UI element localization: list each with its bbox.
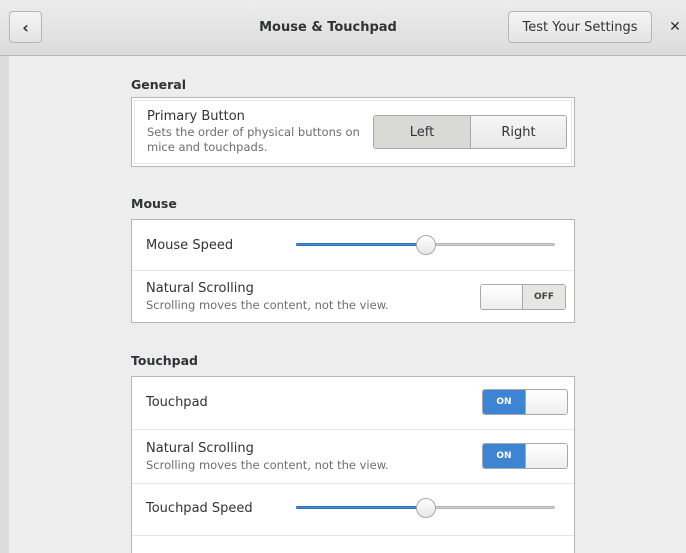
touchpad-natural-scrolling-label: Natural Scrolling xyxy=(146,441,254,456)
primary-button-selector: Left Right xyxy=(373,115,567,149)
switch-thumb xyxy=(481,285,523,309)
mouse-speed-row: Mouse Speed xyxy=(132,220,574,271)
close-icon: ✕ xyxy=(669,19,681,35)
mouse-natural-scrolling-description: Scrolling moves the content, not the vie… xyxy=(146,298,389,312)
primary-button-right[interactable]: Right xyxy=(471,116,566,148)
touchpad-toggle-row: Touchpad ON xyxy=(132,377,574,430)
touchpad-speed-slider[interactable] xyxy=(296,498,555,518)
switch-state-label: ON xyxy=(483,444,525,468)
mouse-speed-label: Mouse Speed xyxy=(146,238,234,253)
header-bar: ‹ Mouse & Touchpad Test Your Settings ✕ xyxy=(0,0,686,56)
mouse-natural-scrolling-label: Natural Scrolling xyxy=(146,281,254,296)
touchpad-speed-row: Touchpad Speed xyxy=(132,484,574,536)
slider-fill xyxy=(296,506,426,509)
touchpad-speed-label: Touchpad Speed xyxy=(146,501,253,516)
test-settings-button[interactable]: Test Your Settings xyxy=(508,11,652,43)
chevron-left-icon: ‹ xyxy=(22,17,29,37)
slider-fill xyxy=(296,243,426,246)
section-title-mouse: Mouse xyxy=(131,196,177,211)
mouse-frame: Mouse Speed Natural Scrolling Scrolling … xyxy=(131,219,575,323)
back-button[interactable]: ‹ xyxy=(9,11,42,43)
section-title-touchpad: Touchpad xyxy=(131,353,198,368)
close-button[interactable]: ✕ xyxy=(664,11,686,43)
general-frame: Primary Button Sets the order of physica… xyxy=(131,97,575,167)
switch-state-label: ON xyxy=(483,390,525,414)
primary-button-description-1: Sets the order of physical buttons on xyxy=(147,125,360,139)
touchpad-natural-scrolling-description: Scrolling moves the content, not the vie… xyxy=(146,458,389,472)
mouse-speed-slider[interactable] xyxy=(296,235,555,255)
section-title-general: General xyxy=(131,77,186,92)
switch-state-label: OFF xyxy=(523,285,565,309)
touchpad-frame: Touchpad ON Natural Scrolling Scrolling … xyxy=(131,376,575,553)
primary-button-row: Primary Button Sets the order of physica… xyxy=(134,100,572,164)
primary-button-left[interactable]: Left xyxy=(374,116,471,148)
touchpad-label: Touchpad xyxy=(146,395,208,410)
switch-thumb xyxy=(525,390,567,414)
mouse-natural-scrolling-row: Natural Scrolling Scrolling moves the co… xyxy=(132,271,574,322)
switch-thumb xyxy=(525,444,567,468)
primary-button-label: Primary Button xyxy=(147,109,245,124)
slider-knob[interactable] xyxy=(416,498,436,518)
mouse-natural-scrolling-switch[interactable]: OFF xyxy=(480,284,566,310)
touchpad-switch[interactable]: ON xyxy=(482,389,568,415)
touchpad-natural-scrolling-row: Natural Scrolling Scrolling moves the co… xyxy=(132,430,574,484)
settings-content: General Primary Button Sets the order of… xyxy=(0,56,686,553)
left-edge xyxy=(0,56,9,553)
primary-button-description-2: mice and touchpads. xyxy=(147,140,268,154)
touchpad-natural-scrolling-switch[interactable]: ON xyxy=(482,443,568,469)
slider-knob[interactable] xyxy=(416,235,436,255)
